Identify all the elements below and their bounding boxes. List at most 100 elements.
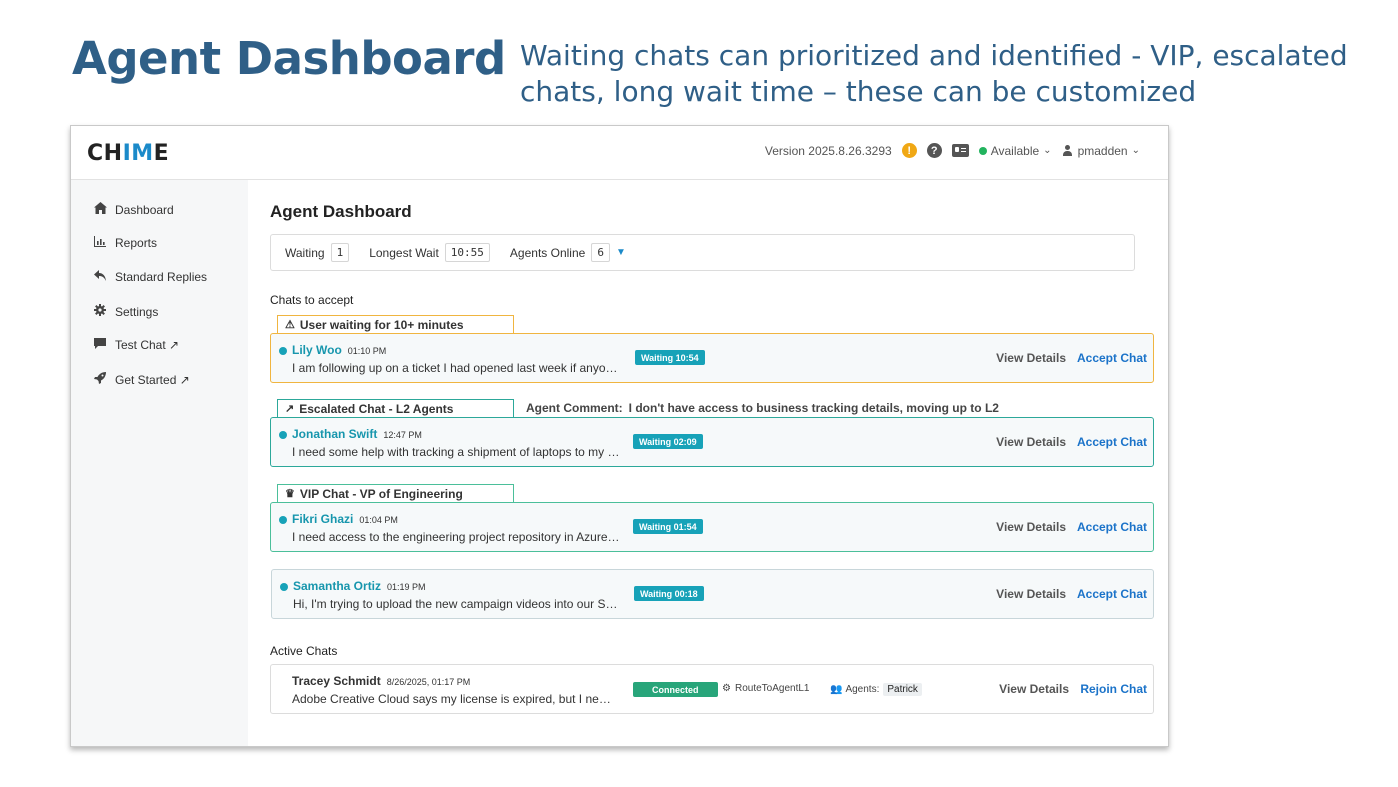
agents-online-label: Agents Online bbox=[509, 245, 586, 260]
vip-tag: ♛ VIP Chat - VP of Engineering bbox=[277, 484, 514, 502]
tag-label: User waiting for 10+ minutes bbox=[299, 317, 464, 332]
username-label: pmadden bbox=[1077, 143, 1128, 158]
route-info: ⚙ RouteToAgentL1 bbox=[722, 683, 809, 694]
sidebar-item-label: Get Started ↗ bbox=[115, 372, 190, 387]
sidebar-item-dashboard[interactable]: Dashboard bbox=[93, 202, 174, 217]
slide-title: Agent Dashboard bbox=[72, 32, 506, 85]
sidebar-item-test-chat[interactable]: Test Chat ↗ bbox=[93, 338, 179, 352]
waiting-label: Waiting bbox=[285, 245, 325, 260]
sidebar-item-label: Dashboard bbox=[115, 202, 174, 217]
chime-logo[interactable]: CHIME bbox=[87, 141, 169, 166]
user-menu[interactable]: pmadden ⌄ bbox=[1062, 144, 1140, 158]
status-dot-icon bbox=[978, 146, 987, 155]
crown-icon: ♛ bbox=[285, 488, 295, 500]
sidebar-item-settings[interactable]: Settings bbox=[93, 304, 158, 319]
stats-bar: Waiting 1 Longest Wait 10:55 Agents Onli… bbox=[270, 234, 1135, 271]
help-icon[interactable]: ? bbox=[926, 143, 942, 158]
chat-message: I need access to the engineering project… bbox=[292, 530, 622, 544]
chat-time: 01:04 PM bbox=[359, 515, 398, 525]
sidebar-item-get-started[interactable]: Get Started ↗ bbox=[93, 372, 190, 387]
status-dropdown[interactable]: Available ⌄ bbox=[978, 143, 1052, 158]
agents-info: 👥 Agents: Patrick bbox=[830, 683, 922, 696]
chat-time: 01:10 PM bbox=[347, 346, 387, 356]
chat-row-fikri-ghazi[interactable]: Fikri Ghazi 01:04 PM I need access to the… bbox=[270, 502, 1154, 552]
agent-comment: Agent Comment: I don't have access to bus… bbox=[526, 401, 999, 415]
long-wait-tag: ⚠ User waiting for 10+ minutes bbox=[277, 315, 514, 333]
bar-chart-icon bbox=[93, 236, 107, 250]
longest-wait-value: 10:55 bbox=[444, 243, 490, 262]
chevron-down-icon[interactable]: ▼ bbox=[616, 247, 626, 258]
accept-chat-link[interactable]: Accept Chat bbox=[1077, 435, 1147, 449]
reply-icon bbox=[93, 270, 107, 284]
view-details-link[interactable]: View Details bbox=[996, 435, 1066, 449]
chat-row-samantha-ortiz[interactable]: Samantha Ortiz 01:19 PM Hi, I'm trying to… bbox=[271, 569, 1154, 619]
sidebar-item-reports[interactable]: Reports bbox=[93, 236, 157, 250]
chat-user-name: Fikri Ghazi 01:04 PM bbox=[292, 512, 398, 526]
route-name: RouteToAgentL1 bbox=[734, 683, 810, 694]
chat-message: I am following up on a ticket I had open… bbox=[292, 361, 622, 375]
rocket-icon bbox=[93, 372, 107, 387]
chat-message: I need some help with tracking a shipmen… bbox=[292, 445, 622, 459]
accept-chat-link[interactable]: Accept Chat bbox=[1077, 520, 1147, 534]
view-details-link[interactable]: View Details bbox=[999, 682, 1069, 696]
online-dot-icon bbox=[279, 516, 287, 524]
warning-triangle-icon: ⚠ bbox=[285, 319, 295, 331]
chats-to-accept-heading: Chats to accept bbox=[270, 293, 354, 307]
status-label: Available bbox=[990, 143, 1040, 158]
agent-comment-text: I don't have access to business tracking… bbox=[628, 401, 999, 415]
sidebar-item-label: Settings bbox=[115, 304, 159, 319]
view-details-link[interactable]: View Details bbox=[996, 351, 1066, 365]
tag-label: VIP Chat - VP of Engineering bbox=[299, 486, 463, 501]
online-dot-icon bbox=[279, 431, 287, 439]
slide-subtitle: Waiting chats can prioritized and identi… bbox=[520, 39, 1348, 108]
accept-chat-link[interactable]: Accept Chat bbox=[1077, 587, 1147, 601]
version-text: Version 2025.8.26.3293 bbox=[764, 143, 892, 158]
agent-comment-label: Agent Comment: bbox=[526, 401, 623, 415]
chat-row-lily-woo[interactable]: Lily Woo 01:10 PM I am following up on a … bbox=[270, 333, 1154, 383]
sidebar-item-label: Reports bbox=[115, 236, 158, 250]
agents-label: Agents: bbox=[845, 684, 880, 695]
escalated-tag: ↗ Escalated Chat - L2 Agents bbox=[277, 399, 514, 417]
chat-user-name: Samantha Ortiz 01:19 PM bbox=[293, 579, 426, 593]
active-chat-row[interactable]: Tracey Schmidt 8/26/2025, 01:17 PM Adobe … bbox=[270, 664, 1154, 714]
longest-wait-label: Longest Wait bbox=[369, 245, 439, 260]
wait-badge: Waiting 00:18 bbox=[634, 586, 704, 601]
connected-badge: Connected bbox=[633, 682, 718, 697]
agent-chip: Patrick bbox=[883, 683, 922, 696]
sidebar-item-label: Standard Replies bbox=[115, 270, 208, 284]
chevron-down-icon: ⌄ bbox=[1043, 145, 1052, 156]
tag-label: Escalated Chat - L2 Agents bbox=[299, 401, 454, 416]
rejoin-chat-link[interactable]: Rejoin Chat bbox=[1080, 682, 1147, 696]
waiting-count: 1 bbox=[330, 243, 350, 262]
active-chats-heading: Active Chats bbox=[270, 644, 338, 658]
wait-badge: Waiting 01:54 bbox=[633, 519, 703, 534]
view-details-link[interactable]: View Details bbox=[996, 520, 1066, 534]
sidebar-item-standard-replies[interactable]: Standard Replies bbox=[93, 270, 207, 284]
wait-badge: Waiting 02:09 bbox=[633, 434, 703, 449]
chat-time: 8/26/2025, 01:17 PM bbox=[386, 677, 471, 687]
wait-badge: Waiting 10:54 bbox=[635, 350, 705, 365]
chat-message: Hi, I'm trying to upload the new campaig… bbox=[293, 597, 623, 611]
gear-icon bbox=[93, 304, 107, 319]
warning-icon[interactable]: ! bbox=[901, 143, 917, 158]
chat-user-name: Lily Woo 01:10 PM bbox=[292, 343, 387, 357]
view-details-link[interactable]: View Details bbox=[996, 587, 1066, 601]
sidebar: Dashboard Reports Standard Replies Setti… bbox=[71, 180, 248, 746]
chat-user-name: Tracey Schmidt 8/26/2025, 01:17 PM bbox=[292, 674, 471, 688]
chat-user-name: Jonathan Swift 12:47 PM bbox=[292, 427, 422, 441]
main-content: Agent Dashboard Waiting 1 Longest Wait 1… bbox=[248, 180, 1168, 746]
comment-icon bbox=[93, 338, 107, 352]
user-icon bbox=[1062, 144, 1073, 157]
users-icon: 👥 bbox=[830, 684, 843, 695]
top-bar: CHIME Version 2025.8.26.3293 ! ? Availab… bbox=[71, 126, 1168, 180]
online-dot-icon bbox=[280, 583, 288, 591]
chat-time: 01:19 PM bbox=[387, 582, 426, 592]
sidebar-item-label: Test Chat ↗ bbox=[115, 338, 180, 352]
route-icon: ⚙ bbox=[722, 683, 731, 694]
id-card-icon[interactable] bbox=[951, 144, 969, 157]
page-title: Agent Dashboard bbox=[270, 202, 412, 221]
chat-time: 12:47 PM bbox=[383, 430, 422, 440]
chat-row-jonathan-swift[interactable]: Jonathan Swift 12:47 PM I need some help … bbox=[270, 417, 1154, 467]
app-window: CHIME Version 2025.8.26.3293 ! ? Availab… bbox=[70, 125, 1169, 747]
accept-chat-link[interactable]: Accept Chat bbox=[1077, 351, 1147, 365]
